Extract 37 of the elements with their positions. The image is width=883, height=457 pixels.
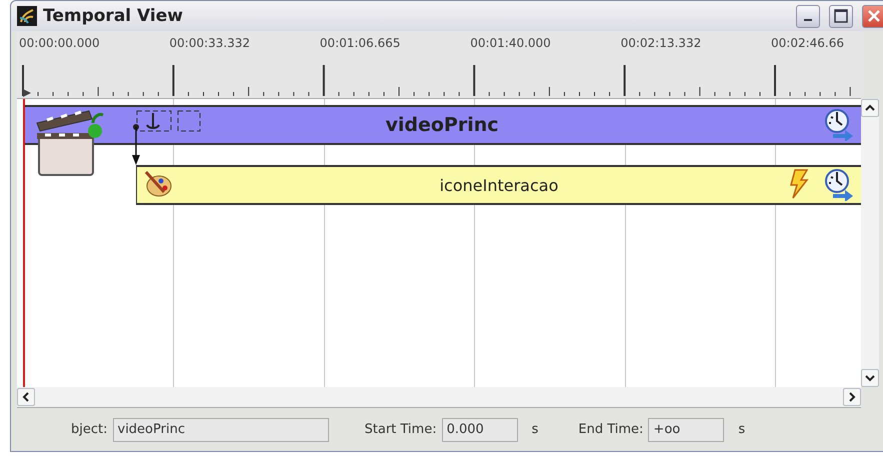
chevron-right-icon — [847, 392, 857, 402]
maximize-button[interactable] — [829, 4, 853, 28]
close-button[interactable] — [862, 4, 883, 28]
chevron-left-icon — [21, 392, 31, 402]
palette-icon — [143, 169, 173, 199]
scroll-up-button[interactable] — [861, 99, 879, 117]
minimize-button[interactable] — [796, 4, 820, 28]
object-label: bject: — [71, 422, 108, 437]
scroll-down-button[interactable] — [861, 369, 879, 387]
clapperboard-icon — [35, 109, 105, 179]
unit-label: s — [532, 422, 538, 437]
time-label: 00:01:06.665 — [320, 36, 400, 50]
close-icon — [868, 10, 880, 22]
app-logo-icon — [17, 6, 37, 26]
start-time-field[interactable]: 0.000 — [442, 418, 518, 442]
scroll-right-button[interactable] — [843, 388, 861, 406]
chevron-up-icon — [865, 103, 875, 113]
time-label: 00:01:40.000 — [470, 36, 551, 50]
time-label: 00:00:00.000 — [19, 36, 100, 50]
timeline-bar[interactable]: videoPrinc — [23, 105, 861, 145]
horizontal-scrollbar[interactable] — [17, 387, 861, 408]
window-title: Temporal View — [43, 6, 184, 26]
timeline-bar[interactable]: iconeInteracao — [136, 165, 861, 205]
vertical-scrollbar[interactable] — [861, 99, 879, 387]
end-time-field[interactable]: +oo — [648, 418, 724, 442]
time-label: 00:02:46.66 — [771, 36, 844, 50]
start-time-label: Start Time: — [364, 422, 437, 437]
minimize-icon — [804, 19, 812, 21]
maximize-icon — [834, 9, 848, 23]
end-time-label: End Time: — [578, 422, 644, 437]
object-field[interactable]: videoPrinc — [112, 418, 328, 442]
lightning-icon — [789, 169, 809, 199]
time-label: 00:02:13.332 — [620, 36, 702, 50]
chevron-down-icon — [865, 373, 875, 383]
time-label: 00:00:33.332 — [169, 36, 250, 50]
unit-label: s — [738, 422, 746, 437]
scroll-left-button[interactable] — [17, 388, 35, 406]
